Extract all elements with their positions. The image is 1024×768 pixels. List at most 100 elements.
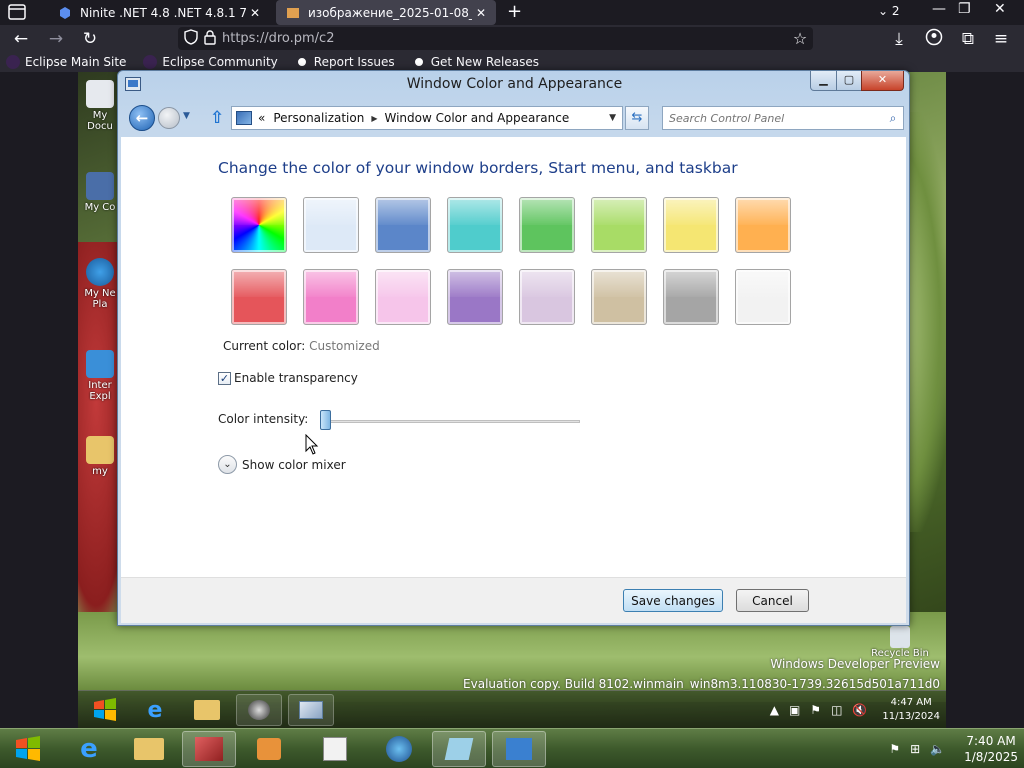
vm-start-button[interactable]: [82, 694, 128, 726]
desktop-icon-my-documents[interactable]: My Docu: [80, 80, 120, 132]
eclipse-icon: [6, 55, 20, 69]
show-color-mixer-label[interactable]: Show color mixer: [242, 458, 346, 472]
restore-icon[interactable]: ❐: [958, 1, 971, 17]
taskbar-notepad[interactable]: [308, 731, 362, 767]
color-swatch[interactable]: [375, 269, 431, 325]
transparency-label[interactable]: Enable transparency: [234, 371, 358, 385]
color-swatch[interactable]: [447, 197, 503, 253]
breadcrumb-overflow-icon[interactable]: «: [258, 111, 265, 125]
address-dropdown-icon[interactable]: ▼: [609, 113, 616, 123]
taskbar-control-panel[interactable]: [492, 731, 546, 767]
cancel-button[interactable]: Cancel: [736, 589, 809, 612]
enable-transparency-checkbox[interactable]: ✓ Enable transparency: [218, 371, 358, 385]
tab-ninite[interactable]: Ninite .NET 4.8 .NET 4.8.1 7-Zip ✕: [48, 0, 270, 25]
taskbar-virtualbox[interactable]: [182, 731, 236, 767]
breadcrumb-separator-icon[interactable]: ▶: [371, 114, 377, 123]
desktop-icon-internet-explorer[interactable]: Inter Expl: [80, 350, 120, 402]
search-input[interactable]: [669, 111, 883, 125]
taskbar-media-player[interactable]: [242, 731, 296, 767]
all-tabs-button[interactable]: ⌄ 2: [878, 4, 900, 18]
taskbar-file-explorer[interactable]: [122, 731, 176, 767]
back-icon[interactable]: ←: [10, 28, 32, 50]
vm-taskbar-ie[interactable]: e: [132, 694, 178, 726]
desktop-icon-network[interactable]: My Ne Pla: [80, 258, 120, 310]
color-swatch[interactable]: [231, 269, 287, 325]
window-close-button[interactable]: ✕: [861, 71, 904, 91]
recent-pages-dropdown[interactable]: ▼: [183, 111, 190, 121]
window-minimize-button[interactable]: ▁: [810, 71, 837, 91]
network-icon[interactable]: ⊞: [910, 742, 920, 756]
search-box[interactable]: ⌕: [662, 106, 904, 130]
tab-close-icon[interactable]: ✕: [246, 6, 264, 20]
host-clock[interactable]: 7:40 AM 1/8/2025: [964, 733, 1018, 765]
show-hidden-icons-icon[interactable]: ▲: [770, 703, 779, 717]
vm-taskbar-explorer[interactable]: [184, 694, 230, 726]
back-button[interactable]: ←: [129, 105, 155, 131]
color-swatch[interactable]: [231, 197, 287, 253]
color-swatch[interactable]: [303, 197, 359, 253]
window-maximize-button[interactable]: ▢: [836, 71, 862, 91]
refresh-button[interactable]: ⇆: [625, 106, 649, 130]
color-swatch[interactable]: [519, 197, 575, 253]
vm-clock[interactable]: 4:47 AM 11/13/2024: [882, 696, 940, 724]
bookmark-star-icon[interactable]: ☆: [789, 28, 811, 50]
checkbox-checked-icon[interactable]: ✓: [218, 371, 231, 385]
lock-icon[interactable]: [204, 29, 216, 48]
volume-muted-icon[interactable]: 🔇: [852, 703, 867, 717]
menu-icon[interactable]: ≡: [990, 28, 1012, 50]
taskbar-browser[interactable]: [372, 731, 426, 767]
tab-image[interactable]: изображение_2025-01-08_1539 ✕: [276, 0, 496, 25]
show-color-mixer-toggle[interactable]: ⌄ Show color mixer: [218, 455, 346, 474]
breadcrumb-personalization[interactable]: Personalization: [273, 111, 364, 125]
download-icon[interactable]: ⤓: [888, 28, 910, 50]
extensions-icon[interactable]: ⧉: [957, 28, 979, 50]
vm-taskbar-control-panel[interactable]: [288, 694, 334, 726]
color-swatch[interactable]: [735, 269, 791, 325]
taskbar-internet-explorer[interactable]: e: [62, 731, 116, 767]
shield-icon[interactable]: [184, 29, 198, 48]
color-intensity-slider-track[interactable]: [324, 420, 580, 423]
flag-icon[interactable]: ⚑: [889, 742, 900, 756]
bookmark-eclipse-main[interactable]: Eclipse Main Site: [0, 55, 126, 69]
search-icon[interactable]: ⌕: [883, 111, 903, 126]
color-swatch[interactable]: [735, 197, 791, 253]
bookmark-eclipse-community[interactable]: Eclipse Community: [137, 55, 278, 69]
color-swatch[interactable]: [591, 197, 647, 253]
color-swatch[interactable]: [447, 269, 503, 325]
color-swatch[interactable]: [663, 269, 719, 325]
minimize-icon[interactable]: —: [932, 1, 946, 17]
bookmark-report-issues[interactable]: Report Issues: [289, 55, 395, 69]
breadcrumb[interactable]: « Personalization ▶ Window Color and App…: [231, 106, 623, 130]
github-icon: [294, 55, 309, 69]
close-icon[interactable]: ✕: [994, 1, 1006, 17]
flag-icon[interactable]: ⚑: [810, 703, 821, 717]
color-swatch[interactable]: [303, 269, 359, 325]
desktop-icon-label: My Ne Pla: [84, 288, 116, 310]
volume-icon[interactable]: 🔈: [930, 742, 945, 756]
chevron-down-icon[interactable]: ⌄: [218, 455, 237, 474]
action-center-icon[interactable]: ▣: [789, 703, 800, 717]
color-swatch[interactable]: [663, 197, 719, 253]
forward-button[interactable]: [158, 107, 180, 129]
start-button[interactable]: [6, 731, 50, 767]
up-button[interactable]: ⇧: [210, 108, 224, 128]
color-swatch[interactable]: [591, 269, 647, 325]
account-icon[interactable]: [923, 28, 945, 50]
forward-icon[interactable]: →: [45, 28, 67, 50]
bookmark-get-new-releases[interactable]: Get New Releases: [406, 55, 539, 69]
vm-taskbar-app[interactable]: [236, 694, 282, 726]
save-changes-button[interactable]: Save changes: [623, 589, 723, 612]
url-bar[interactable]: https://dro.pm/c2: [178, 27, 813, 50]
network-icon[interactable]: ◫: [831, 703, 842, 717]
reload-icon[interactable]: ↻: [79, 28, 101, 50]
color-swatch[interactable]: [519, 269, 575, 325]
new-tab-button[interactable]: +: [507, 1, 522, 22]
tab-list-icon[interactable]: [8, 4, 26, 20]
taskbar-app-active[interactable]: [432, 731, 486, 767]
desktop-icon-my-computer[interactable]: My Co: [80, 172, 120, 213]
color-swatch[interactable]: [375, 197, 431, 253]
breadcrumb-window-color[interactable]: Window Color and Appearance: [384, 111, 569, 125]
tab-close-icon[interactable]: ✕: [472, 6, 490, 20]
desktop-icon-folder[interactable]: my: [80, 436, 120, 477]
color-intensity-slider-thumb[interactable]: [320, 410, 331, 430]
